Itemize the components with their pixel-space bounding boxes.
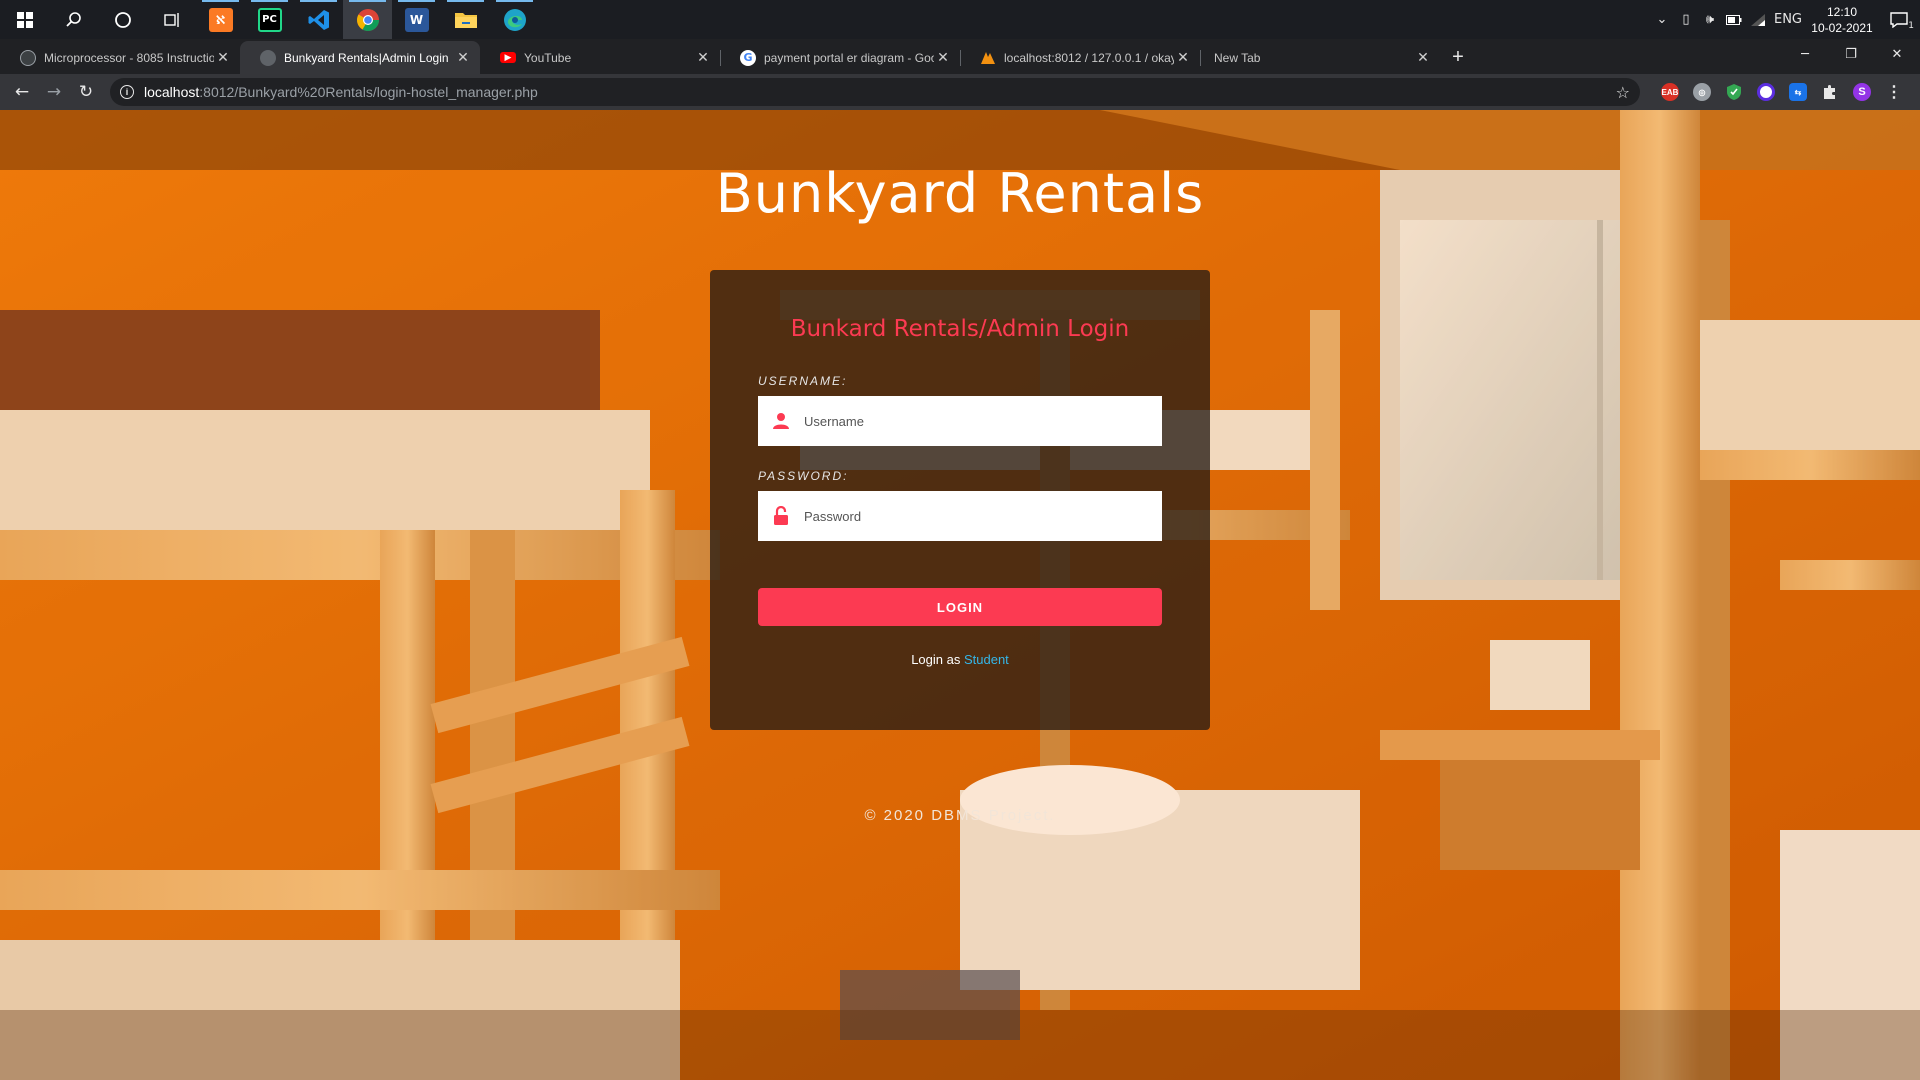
extension-purple-icon[interactable] <box>1750 76 1782 108</box>
battery-icon[interactable] <box>1722 0 1746 39</box>
student-login-link[interactable]: Student <box>964 652 1009 667</box>
footer-copyright: © 2020 DBMS Project. <box>864 807 1056 824</box>
address-bar[interactable]: i localhost:8012/Bunkyard%20Rentals/logi… <box>110 78 1640 106</box>
tab-youtube[interactable]: ▶ YouTube ✕ <box>480 41 720 74</box>
tab-close-icon[interactable]: ✕ <box>934 50 952 66</box>
tab-close-icon[interactable]: ✕ <box>1174 50 1192 66</box>
tab-microprocessor[interactable]: Microprocessor - 8085 Instructio ✕ <box>0 41 240 74</box>
username-input[interactable] <box>804 413 1162 429</box>
new-tab-button[interactable]: + <box>1440 41 1476 74</box>
clock[interactable]: 12:10 10-02-2021 <box>1806 4 1878 36</box>
tab-title: Microprocessor - 8085 Instructio <box>44 50 214 65</box>
profile-avatar[interactable]: S <box>1846 76 1878 108</box>
more-menu-icon[interactable]: ⋮ <box>1878 76 1910 108</box>
browser-toolbar: ← → ↻ i localhost:8012/Bunkyard%20Rental… <box>0 74 1920 110</box>
chevron-up-icon[interactable]: ⌄ <box>1650 0 1674 39</box>
youtube-icon: ▶ <box>500 52 516 63</box>
password-label: PASSWORD: <box>758 469 849 483</box>
tab-phpmyadmin[interactable]: localhost:8012 / 127.0.0.1 / okay ✕ <box>960 41 1200 74</box>
taskbar: ℵ PC W ⌄ ▯ 🕪 ENG 12:10 10-02-2021 1 <box>0 0 1920 39</box>
login-heading: Bunkard Rentals/Admin Login <box>790 316 1130 342</box>
login-card: Bunkard Rentals/Admin Login USERNAME: PA… <box>710 270 1210 730</box>
tab-title: YouTube <box>524 50 572 65</box>
alt-login-text: Login as <box>911 652 961 667</box>
browser-tab-strip: Microprocessor - 8085 Instructio ✕ Bunky… <box>0 39 1920 74</box>
close-window-icon[interactable]: ✕ <box>1874 39 1920 69</box>
window-controls: ─ ❐ ✕ <box>1782 39 1920 69</box>
extension-grey-icon[interactable]: ◎ <box>1686 76 1718 108</box>
tab-close-icon[interactable]: ✕ <box>694 50 712 66</box>
google-icon: G <box>740 49 756 66</box>
tab-title: Bunkyard Rentals|Admin Login <box>284 50 449 65</box>
cortana-circle-icon[interactable] <box>98 0 147 39</box>
tab-new-tab[interactable]: New Tab ✕ <box>1200 41 1440 74</box>
edge-icon[interactable] <box>490 0 539 39</box>
clock-date: 10-02-2021 <box>1811 20 1873 35</box>
shield-icon[interactable] <box>1718 76 1750 108</box>
system-tray: ⌄ ▯ 🕪 ENG 12:10 10-02-2021 1 <box>1650 0 1920 39</box>
chrome-icon[interactable] <box>343 0 392 39</box>
puzzle-extensions-icon[interactable] <box>1814 76 1846 108</box>
extensions-area: EAB ◎ ⇆ S ⋮ <box>1654 76 1910 108</box>
forward-arrow-icon[interactable]: → <box>38 76 70 108</box>
word-icon[interactable]: W <box>392 0 441 39</box>
tab-title: payment portal er diagram - Goo <box>764 50 934 65</box>
tab-favicon <box>20 49 36 66</box>
extension-blue-icon[interactable]: ⇆ <box>1782 76 1814 108</box>
xampp-logo: ℵ <box>208 7 233 32</box>
tab-admin-login[interactable]: Bunkyard Rentals|Admin Login ✕ <box>240 41 480 74</box>
minimize-icon[interactable]: ─ <box>1782 39 1828 69</box>
windows-start-icon[interactable] <box>0 0 49 39</box>
extension-red-icon[interactable]: EAB <box>1654 76 1686 108</box>
back-arrow-icon[interactable]: ← <box>6 76 38 108</box>
tab-close-icon[interactable]: ✕ <box>1414 50 1432 66</box>
language-indicator[interactable]: ENG <box>1770 0 1806 39</box>
unlock-icon <box>758 506 804 526</box>
url-host: localhost <box>144 84 200 100</box>
bookmark-star-icon[interactable]: ☆ <box>1616 83 1630 102</box>
username-label: USERNAME: <box>758 374 848 388</box>
alt-login-line: Login as Student <box>710 652 1210 667</box>
url-path: :8012/Bunkyard%20Rentals/login-hostel_ma… <box>199 84 538 100</box>
notification-count: 1 <box>1908 21 1914 31</box>
clock-time: 12:10 <box>1826 4 1858 19</box>
page-content: Bunkyard Rentals Bunkard Rentals/Admin L… <box>0 110 1920 1080</box>
login-button[interactable]: LOGIN <box>758 588 1162 626</box>
phpmyadmin-icon <box>980 50 996 66</box>
user-icon <box>758 412 804 430</box>
folder-icon[interactable] <box>441 0 490 39</box>
password-field-wrapper <box>758 491 1162 541</box>
tab-title: New Tab <box>1214 50 1261 65</box>
device-icon[interactable]: ▯ <box>1674 0 1698 39</box>
tab-favicon <box>260 49 276 66</box>
site-title: Bunkyard Rentals <box>715 162 1205 225</box>
password-input[interactable] <box>804 508 1162 524</box>
volume-icon[interactable]: 🕪 <box>1698 0 1722 39</box>
tab-close-icon[interactable]: ✕ <box>454 50 472 66</box>
reload-icon[interactable]: ↻ <box>70 76 102 108</box>
notification-icon[interactable]: 1 <box>1878 0 1920 39</box>
vscode-icon[interactable] <box>294 0 343 39</box>
xampp-icon[interactable]: ℵ <box>196 0 245 39</box>
tab-title: localhost:8012 / 127.0.0.1 / okay <box>1004 50 1174 65</box>
tab-google-search[interactable]: G payment portal er diagram - Goo ✕ <box>720 41 960 74</box>
restore-icon[interactable]: ❐ <box>1828 39 1874 69</box>
tab-close-icon[interactable]: ✕ <box>214 50 232 66</box>
site-info-icon[interactable]: i <box>120 85 134 99</box>
wifi-icon[interactable] <box>1746 0 1770 39</box>
username-field-wrapper <box>758 396 1162 446</box>
search-icon[interactable] <box>49 0 98 39</box>
pycharm-icon[interactable]: PC <box>245 0 294 39</box>
task-view-icon[interactable] <box>147 0 196 39</box>
